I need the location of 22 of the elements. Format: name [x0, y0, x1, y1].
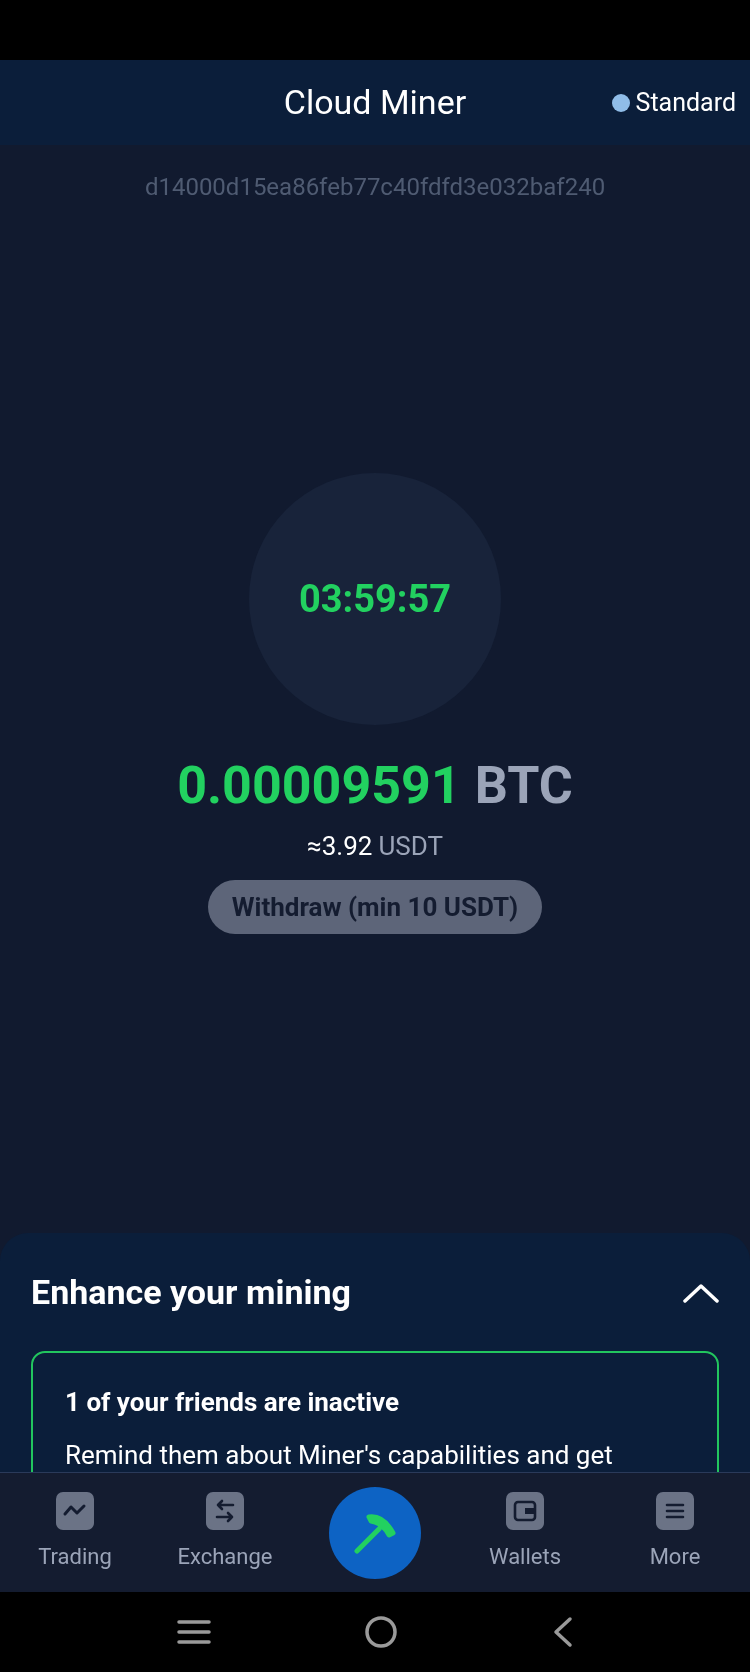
menu-icon: [656, 1492, 694, 1530]
card-title: 1 of your friends are inactive: [65, 1386, 401, 1419]
card-text: Remind them about Miner's capabilities and get: [65, 1439, 614, 1472]
nav-tab[interactable]: More: [600, 1492, 750, 1573]
chevron-up-icon[interactable]: [683, 1282, 719, 1303]
swap-arrows-icon: [206, 1492, 244, 1530]
screen-title: Cloud Miner: [283, 81, 467, 124]
recent-apps-icon[interactable]: [176, 1619, 211, 1645]
approx-value: ≈3.92: [307, 830, 373, 863]
nav-tab[interactable]: Trading: [0, 1492, 150, 1573]
home-icon[interactable]: [364, 1615, 398, 1649]
nav-tab[interactable]: Exchange: [150, 1492, 300, 1573]
wallet-icon: [506, 1492, 544, 1530]
balance-currency: BTC: [474, 754, 573, 818]
approx-currency: USDT: [378, 830, 443, 863]
plan-label: Standard: [635, 86, 736, 119]
countdown-timer: 03:59:57: [298, 575, 452, 623]
balance-amount: 0.00009591: [177, 754, 461, 818]
wallet-id: d14000d15ea86feb77c40fdfd3e032baf240: [144, 172, 606, 203]
sheet-title: Enhance your mining: [31, 1271, 351, 1314]
back-icon[interactable]: [551, 1616, 574, 1648]
nav-tab[interactable]: Wallets: [450, 1492, 600, 1573]
